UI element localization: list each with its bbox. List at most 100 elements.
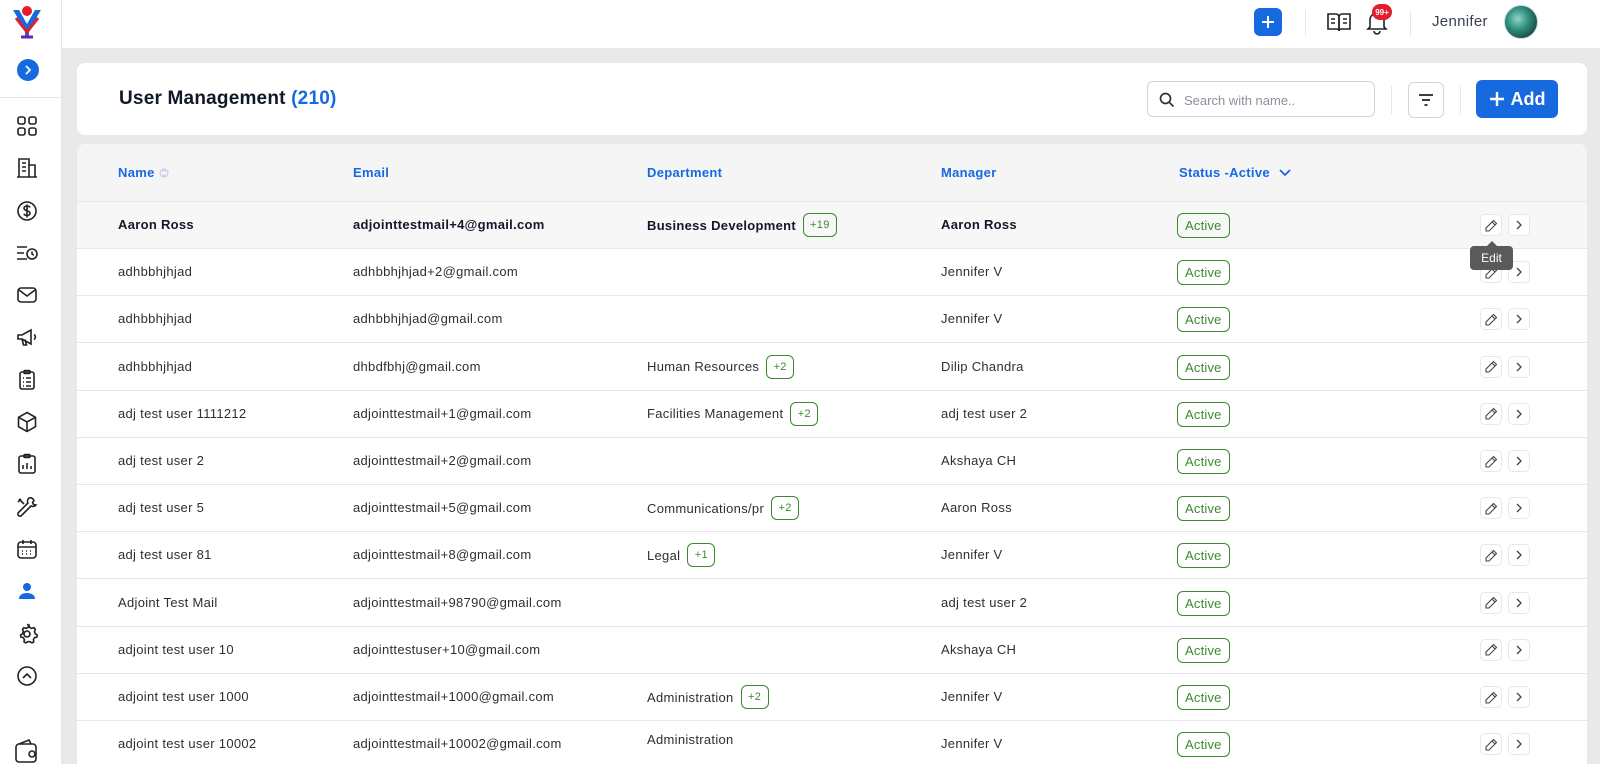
row-details-button[interactable] xyxy=(1508,497,1530,520)
more-departments-badge[interactable]: +2 xyxy=(790,401,819,426)
edit-button[interactable] xyxy=(1480,638,1502,661)
topbar: 99+ Jennifer xyxy=(62,0,1600,48)
status-filter-dropdown[interactable]: Status -Active xyxy=(1179,165,1292,180)
edit-button[interactable] xyxy=(1480,450,1502,472)
chevron-right-icon xyxy=(1516,550,1522,560)
column-header-name-label: Name xyxy=(118,165,155,180)
table-row[interactable]: Adjoint Test Mail adjointtestmail+98790@g… xyxy=(77,579,1587,627)
sidebar-item-tasks[interactable] xyxy=(14,367,40,393)
row-details-button[interactable] xyxy=(1508,733,1530,756)
user-name-cell[interactable]: adhbbhjhjad xyxy=(118,311,192,326)
row-details-button[interactable] xyxy=(1508,591,1530,614)
edit-button[interactable] xyxy=(1480,733,1502,756)
sidebar-item-mail[interactable] xyxy=(14,282,40,308)
row-details-button[interactable] xyxy=(1508,544,1530,567)
sidebar-item-buildings[interactable] xyxy=(14,155,40,181)
manager-cell: Akshaya CH xyxy=(941,453,1017,468)
sidebar-item-announcements[interactable] xyxy=(14,324,40,350)
user-name-cell[interactable]: adhbbhjhjad xyxy=(118,264,192,279)
sidebar-item-calendar[interactable] xyxy=(14,536,40,562)
status-badge: Active xyxy=(1177,685,1230,710)
pencil-icon xyxy=(1484,360,1497,373)
edit-button[interactable] xyxy=(1480,214,1502,236)
header-divider xyxy=(1460,86,1461,114)
table-row[interactable]: adj test user 2 adjointtestmail+2@gmail.c… xyxy=(77,438,1587,485)
app-logo[interactable] xyxy=(9,4,45,42)
table-row[interactable]: adhbbhjhjad dhbdfbhj@gmail.com Human Resou… xyxy=(77,343,1587,391)
user-name-cell[interactable]: adjoint test user 10 xyxy=(118,642,234,657)
more-departments-badge[interactable]: +2 xyxy=(771,496,800,521)
chevron-right-icon xyxy=(1516,598,1522,608)
sidebar-item-dashboard[interactable] xyxy=(14,113,40,139)
edit-button[interactable] xyxy=(1480,355,1502,378)
column-header-department: Department xyxy=(647,165,723,180)
table-row[interactable]: adjoint test user 10002 adjointtestmail+1… xyxy=(77,721,1587,764)
table-row[interactable]: adjoint test user 1000 adjointtestmail+10… xyxy=(77,674,1587,721)
sidebar-item-assets[interactable] xyxy=(14,409,40,435)
add-user-button[interactable]: Add xyxy=(1476,80,1558,118)
sidebar-item-maintenance[interactable] xyxy=(14,494,40,520)
row-details-button[interactable] xyxy=(1508,355,1530,378)
more-departments-badge[interactable]: +2 xyxy=(766,354,795,379)
status-badge: Active xyxy=(1177,732,1230,758)
user-name-cell[interactable]: adjoint test user 10002 xyxy=(118,736,256,751)
table-row[interactable]: adhbbhjhjad adhbbhjhjad@gmail.com Jennifer… xyxy=(77,296,1587,344)
status-badge: Active xyxy=(1177,496,1230,522)
user-name-cell[interactable]: adj test user 1111212 xyxy=(118,406,246,421)
row-details-button[interactable] xyxy=(1508,638,1530,661)
table-row[interactable]: adjoint test user 10 adjointtestuser+10@g… xyxy=(77,626,1587,674)
manager-cell: Jennifer V xyxy=(941,689,1003,704)
sidebar-item-schedule[interactable] xyxy=(14,240,40,266)
status-filter-label: Status -Active xyxy=(1179,165,1270,180)
avatar[interactable] xyxy=(1504,5,1538,39)
user-name-cell[interactable]: Aaron Ross xyxy=(118,217,194,232)
add-button-label: Add xyxy=(1510,88,1546,109)
row-details-button[interactable] xyxy=(1508,450,1530,472)
sidebar-item-users[interactable] xyxy=(14,578,40,604)
more-departments-badge[interactable]: +19 xyxy=(803,213,837,237)
row-details-button[interactable] xyxy=(1508,214,1530,236)
search-input[interactable] xyxy=(1184,90,1364,110)
sidebar-expand-button[interactable] xyxy=(17,59,39,81)
more-departments-badge[interactable]: +2 xyxy=(740,685,769,709)
column-header-name[interactable]: Name xyxy=(118,165,169,180)
user-name-cell[interactable]: adj test user 5 xyxy=(118,500,204,515)
status-badge: Active xyxy=(1177,637,1230,663)
row-details-button[interactable] xyxy=(1508,308,1530,331)
row-details-button[interactable] xyxy=(1508,686,1530,708)
sidebar-collapse-button[interactable] xyxy=(14,663,40,689)
table-row[interactable]: adhbbhjhjad adhbbhjhjad+2@gmail.com Jennif… xyxy=(77,249,1587,297)
edit-button[interactable] xyxy=(1480,686,1502,708)
list-clock-icon xyxy=(17,246,38,260)
department-name: Human Resources xyxy=(647,359,760,375)
search-box[interactable] xyxy=(1147,81,1375,117)
table-row[interactable]: adj test user 1111212 adjointtestmail+1@g… xyxy=(77,390,1587,438)
table-row[interactable]: adj test user 81 adjointtestmail+8@gmail.… xyxy=(77,532,1587,580)
user-name-cell[interactable]: adj test user 81 xyxy=(118,547,212,562)
row-details-button[interactable] xyxy=(1508,402,1530,425)
table-row[interactable]: Aaron Ross adjointtestmail+4@gmail.com Bus… xyxy=(77,202,1587,249)
quick-add-button[interactable] xyxy=(1254,8,1282,36)
user-name-cell[interactable]: adhbbhjhjad xyxy=(118,359,192,374)
filter-button[interactable] xyxy=(1408,82,1444,118)
user-name[interactable]: Jennifer xyxy=(1432,13,1488,30)
edit-button[interactable] xyxy=(1480,402,1502,425)
book-icon[interactable] xyxy=(1326,10,1352,34)
edit-button[interactable] xyxy=(1480,544,1502,567)
user-name-cell[interactable]: adjoint test user 1000 xyxy=(118,689,249,704)
user-name-cell[interactable]: Adjoint Test Mail xyxy=(118,595,218,610)
user-name-cell[interactable]: adj test user 2 xyxy=(118,453,204,468)
chevron-right-icon xyxy=(1516,220,1522,230)
sidebar-item-finance[interactable] xyxy=(14,198,40,224)
edit-button[interactable] xyxy=(1480,497,1502,520)
sidebar-item-settings[interactable] xyxy=(14,621,40,647)
sidebar-item-reports[interactable] xyxy=(14,451,40,477)
edit-button[interactable] xyxy=(1480,308,1502,331)
chevron-right-icon xyxy=(1516,362,1522,372)
edit-button[interactable] xyxy=(1480,591,1502,614)
more-departments-badge[interactable]: +1 xyxy=(687,543,716,568)
wallet-icon[interactable] xyxy=(14,738,42,764)
table-row[interactable]: adj test user 5 adjointtestmail+5@gmail.c… xyxy=(77,485,1587,533)
department-cell: Business Development +19 xyxy=(647,213,837,237)
gear-icon xyxy=(19,623,39,644)
